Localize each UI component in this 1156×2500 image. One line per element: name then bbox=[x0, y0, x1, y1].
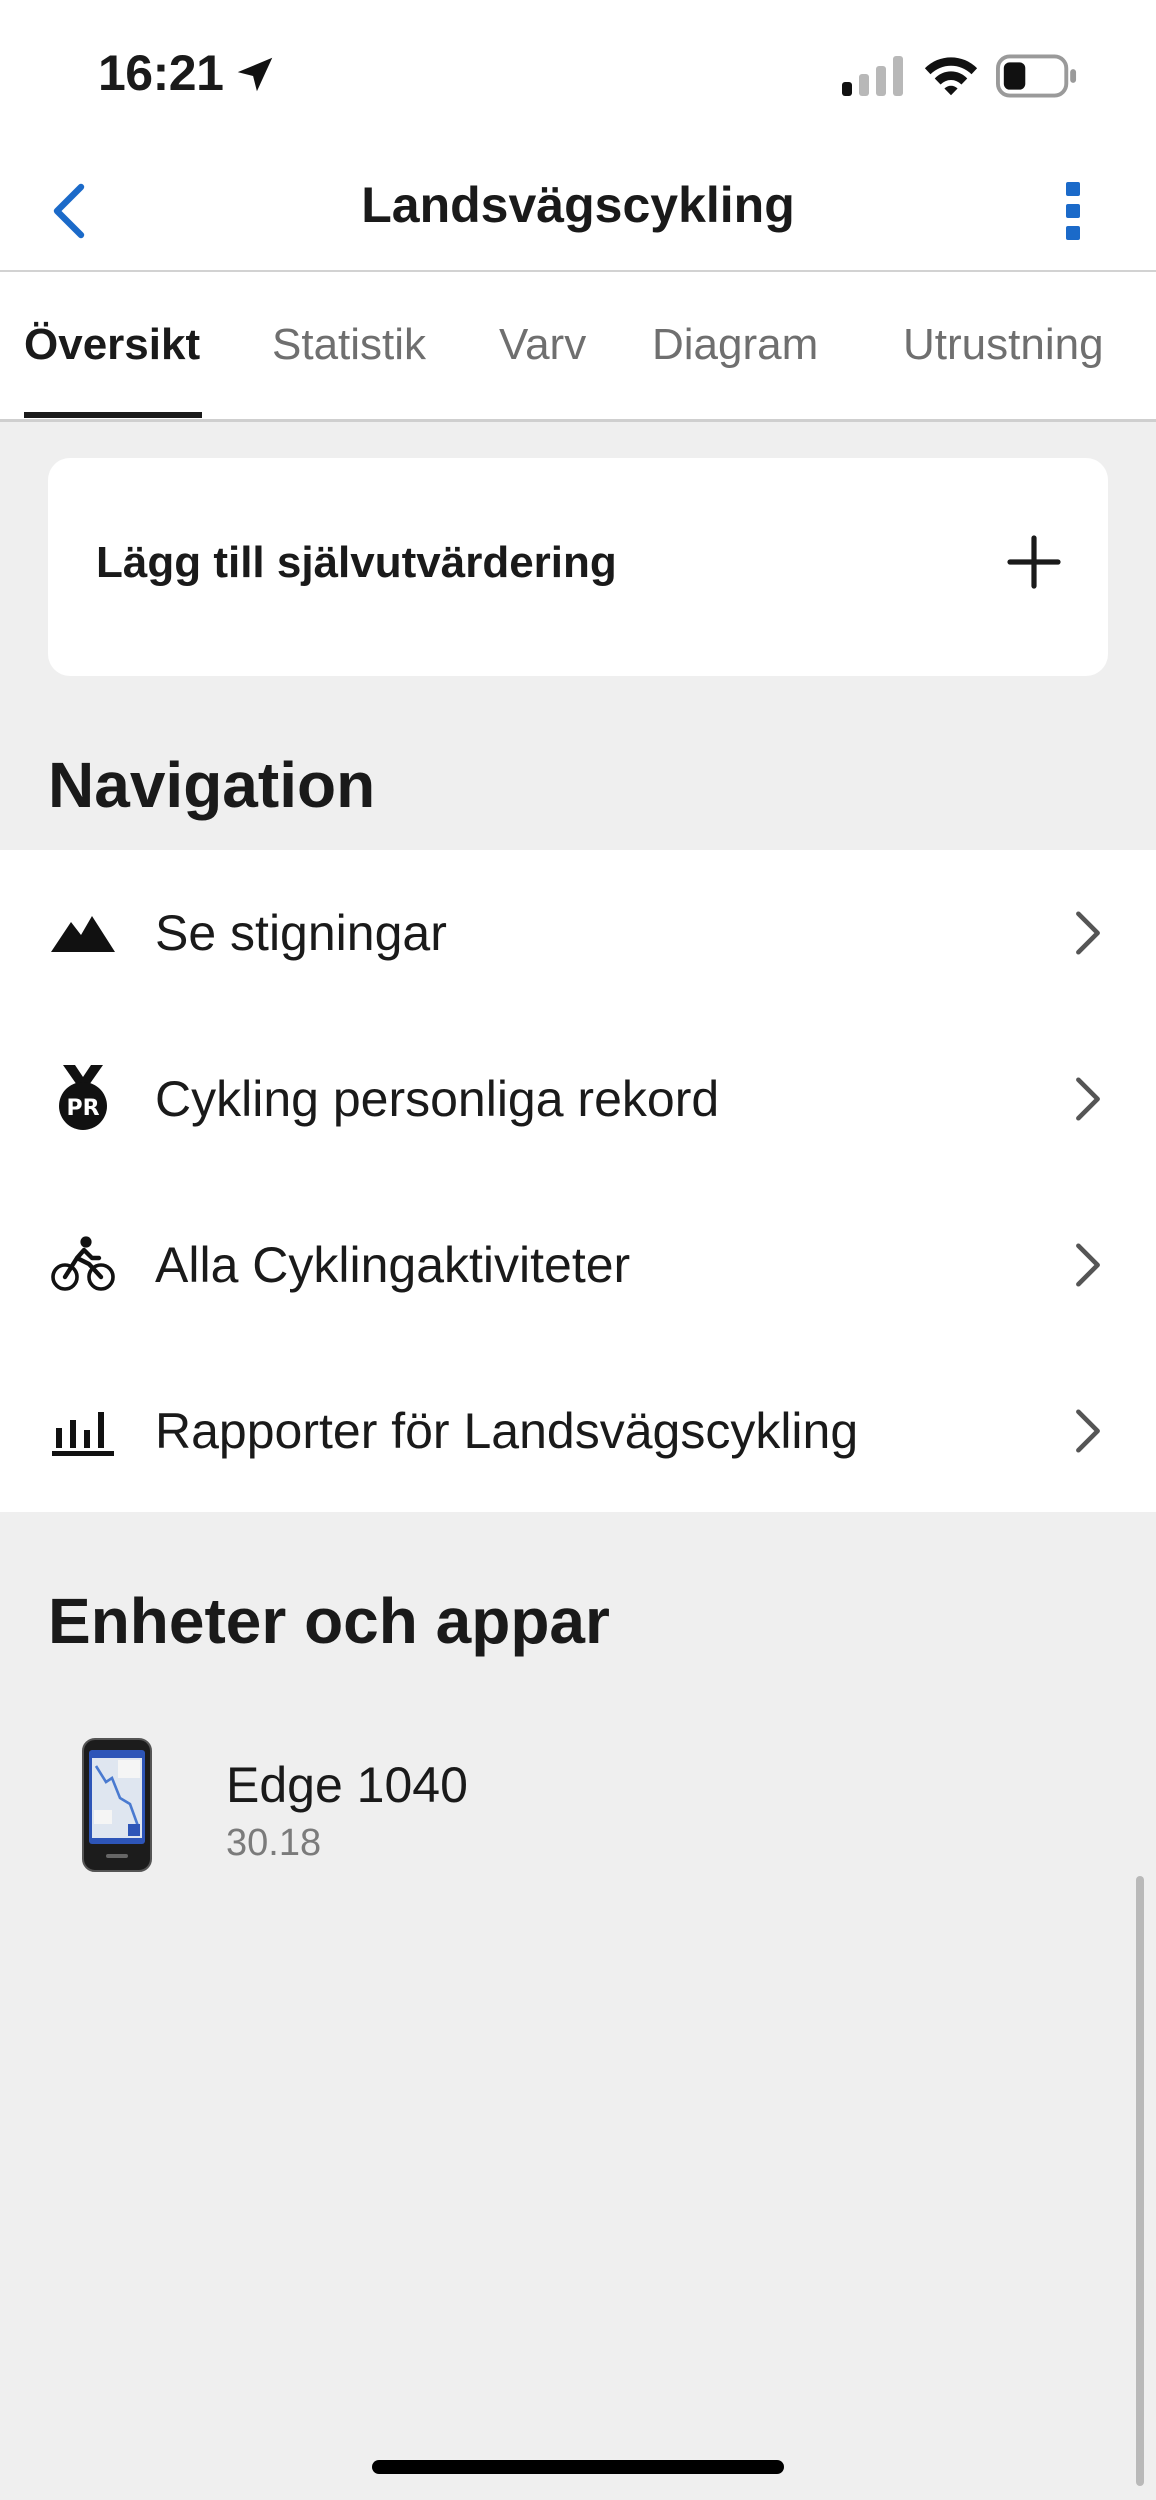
add-self-evaluation-card[interactable]: Lägg till självutvärdering bbox=[48, 458, 1108, 676]
active-tab-indicator bbox=[24, 412, 202, 418]
device-name: Edge 1040 bbox=[226, 1757, 468, 1813]
device-version: 30.18 bbox=[226, 1822, 322, 1864]
tab-utrustning[interactable]: Utrustning bbox=[903, 320, 1104, 370]
wifi-icon bbox=[924, 57, 978, 96]
chevron-right-icon bbox=[1076, 911, 1100, 955]
tab-varv[interactable]: Varv bbox=[499, 320, 586, 370]
navigation-list: Se stigningar PR Cykling personliga reko… bbox=[0, 850, 1156, 1512]
scrollbar[interactable] bbox=[1136, 1876, 1144, 2486]
chevron-right-icon bbox=[1076, 1409, 1100, 1453]
nav-item-climbs[interactable]: Se stigningar bbox=[0, 850, 1156, 1016]
bike-computer-device-icon bbox=[82, 1738, 152, 1872]
page-title: Landsvägscykling bbox=[361, 177, 795, 233]
cellular-signal-icon bbox=[842, 56, 903, 96]
tab-oversikt[interactable]: Översikt bbox=[24, 320, 200, 370]
tab-diagram[interactable]: Diagram bbox=[652, 320, 818, 370]
vertical-ellipsis-icon bbox=[1066, 182, 1080, 240]
nav-item-personal-records[interactable]: PR Cykling personliga rekord bbox=[0, 1016, 1156, 1182]
more-options-button[interactable] bbox=[1046, 172, 1100, 250]
status-bar: 16:21 bbox=[0, 0, 1156, 150]
nav-item-label: Rapporter för Landsvägscykling bbox=[155, 1403, 859, 1459]
nav-item-label: Cykling personliga rekord bbox=[155, 1071, 720, 1127]
home-indicator[interactable] bbox=[372, 2460, 784, 2474]
plus-icon bbox=[1007, 535, 1061, 589]
tab-bar: Översikt Statistik Varv Diagram Utrustni… bbox=[0, 272, 1156, 422]
battery-icon bbox=[996, 54, 1077, 98]
pr-medal-icon: PR bbox=[48, 1063, 118, 1133]
status-time: 16:21 bbox=[98, 45, 224, 101]
chevron-right-icon bbox=[1076, 1077, 1100, 1121]
devices-section-title: Enheter och appar bbox=[48, 1585, 610, 1657]
nav-item-all-cycling-activities[interactable]: Alla Cyklingaktiviteter bbox=[0, 1182, 1156, 1348]
nav-item-label: Alla Cyklingaktiviteter bbox=[155, 1237, 631, 1293]
cyclist-icon bbox=[48, 1229, 118, 1299]
top-app-bar: Landsvägscykling bbox=[0, 150, 1156, 272]
navigation-section-title: Navigation bbox=[48, 749, 376, 821]
device-item[interactable]: Edge 1040 30.18 bbox=[0, 1720, 1156, 1890]
tab-statistik[interactable]: Statistik bbox=[272, 320, 426, 370]
nav-item-reports[interactable]: Rapporter för Landsvägscykling bbox=[0, 1348, 1156, 1514]
add-self-evaluation-label: Lägg till självutvärdering bbox=[96, 538, 617, 587]
location-arrow-icon bbox=[237, 57, 273, 92]
mountain-icon bbox=[48, 897, 118, 967]
chevron-right-icon bbox=[1076, 1243, 1100, 1287]
bar-chart-icon bbox=[48, 1395, 118, 1465]
nav-item-label: Se stigningar bbox=[155, 905, 447, 961]
svg-text:PR: PR bbox=[66, 1096, 99, 1121]
